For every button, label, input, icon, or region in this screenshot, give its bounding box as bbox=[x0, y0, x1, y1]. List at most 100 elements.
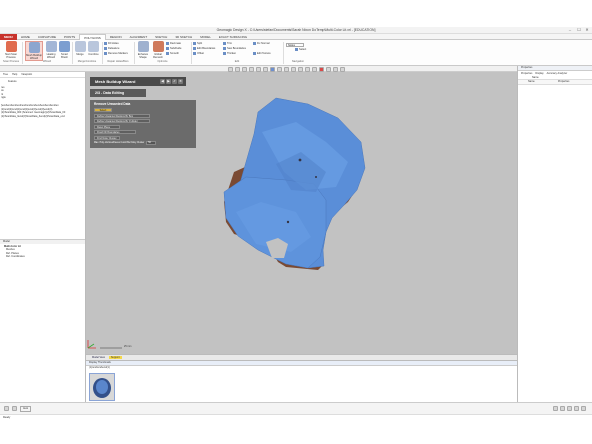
menu-button[interactable]: MENU bbox=[0, 33, 17, 40]
tab-support[interactable]: Support bbox=[108, 355, 122, 360]
decimate-button[interactable]: Decimate bbox=[166, 42, 181, 47]
properties-header: Name Properties bbox=[518, 79, 592, 85]
3d-viewport[interactable]: 25 mm Mesh Buildup Wizard ◀ ▶ ✓ ✕ 2/3 - … bbox=[86, 72, 517, 354]
mesh-buildup-wizard-button[interactable]: Mesh Buildup Wizard bbox=[25, 41, 43, 61]
split-button[interactable]: Split bbox=[193, 42, 202, 47]
tab-3d-sketch[interactable]: 3D SKETCH bbox=[171, 34, 196, 40]
sew-icon bbox=[223, 47, 226, 50]
merge-icon bbox=[74, 41, 86, 52]
tab-accuracy-analyzer[interactable]: Accuracy Analyzer bbox=[547, 72, 568, 76]
mesh-buildup-wizard: Mesh Buildup Wizard ◀ ▶ ✓ ✕ 2/3 - Data E… bbox=[90, 77, 196, 148]
tab-home[interactable]: HOME bbox=[17, 34, 34, 40]
tab-tree[interactable]: Tree bbox=[3, 73, 8, 77]
list-item[interactable]: ngle bbox=[1, 96, 85, 100]
tab-viewpoint[interactable]: Viewpoint bbox=[21, 73, 32, 77]
tool-icon[interactable] bbox=[581, 406, 586, 411]
tool-icon[interactable] bbox=[567, 406, 572, 411]
merge-button[interactable]: Merge bbox=[74, 41, 86, 56]
group-label: Scan Process bbox=[2, 60, 19, 63]
select-icon bbox=[295, 48, 298, 51]
tab-region[interactable]: REGION bbox=[106, 34, 126, 40]
enhance-shape-button[interactable]: Enhance Shape bbox=[136, 41, 150, 59]
maximize-button[interactable]: ☐ bbox=[575, 27, 583, 33]
smart-brush-button[interactable]: Smart Brush bbox=[58, 41, 71, 59]
feature-list: res os nt ngle bbox=[0, 86, 85, 100]
auto-select[interactable]: Auto bbox=[20, 406, 32, 412]
tool-icon[interactable] bbox=[574, 406, 579, 411]
status-bar: Ready bbox=[0, 414, 592, 444]
thicken-icon bbox=[223, 52, 226, 55]
next-button[interactable]: ▶ bbox=[166, 79, 171, 84]
model-tree: Model Multi-Color Lit Meshes Ref. Planes… bbox=[0, 239, 85, 259]
tab-sketch[interactable]: SKETCH bbox=[151, 34, 171, 40]
offset-button[interactable]: Offset bbox=[193, 52, 204, 57]
tool-icon[interactable] bbox=[12, 406, 17, 412]
max-cluster-input[interactable]: 50 bbox=[146, 141, 157, 145]
combine-button[interactable]: Combine bbox=[87, 41, 100, 56]
healing-wizard-button[interactable]: Healing Wizard bbox=[44, 41, 58, 59]
subdivide-button[interactable]: Subdivide bbox=[166, 47, 181, 52]
defeature-button[interactable]: Defeature bbox=[104, 47, 119, 52]
reset-plane-button[interactable]: Reset Plane bbox=[94, 124, 120, 129]
select-button[interactable]: Select bbox=[94, 108, 112, 112]
smooth-button[interactable]: Smooth bbox=[166, 52, 179, 57]
tab-curvature[interactable]: CURVATURE bbox=[34, 34, 60, 40]
tree-item-ref-coordinates[interactable]: Ref. Coordinates bbox=[0, 255, 85, 259]
tab-polygons[interactable]: POLYGONS bbox=[79, 33, 106, 40]
left-panel: Tree Help Viewpoint Feature res os nt ng… bbox=[0, 72, 86, 402]
boundary-icon bbox=[193, 47, 196, 50]
find-noisy-cluster-button[interactable]: Find Noisy Cluster bbox=[94, 135, 120, 140]
tool-icon[interactable] bbox=[4, 406, 9, 412]
start-scan-process-button[interactable]: Start Scan Process bbox=[2, 41, 20, 59]
tab-help[interactable]: Help bbox=[12, 73, 17, 77]
global-remesh-button[interactable]: Global Remesh bbox=[151, 41, 165, 59]
tab-model[interactable]: MODEL bbox=[196, 34, 215, 40]
back-button[interactable]: ◀ bbox=[160, 79, 165, 84]
model-header: Model bbox=[0, 240, 85, 244]
edit-texture-button[interactable]: Edit Texture bbox=[253, 52, 271, 57]
split-icon bbox=[193, 42, 196, 45]
smooth-icon bbox=[166, 52, 169, 55]
thumbnail-item[interactable] bbox=[89, 373, 115, 401]
brush-icon bbox=[59, 41, 70, 52]
trim-button[interactable]: Trim bbox=[223, 42, 232, 47]
normal-icon bbox=[253, 42, 256, 45]
group-label: Wizard bbox=[42, 60, 52, 63]
fill-holes-button[interactable]: Fill Holes bbox=[104, 42, 119, 47]
bottom-toolbar: Auto bbox=[0, 402, 592, 414]
close-button[interactable]: ✕ bbox=[583, 27, 591, 33]
healing-icon bbox=[45, 41, 57, 52]
decimate-icon bbox=[166, 42, 169, 45]
fix-normal-button[interactable]: Fix Normal bbox=[253, 42, 270, 47]
define-box-button[interactable]: Define Unwanted Regions By Box bbox=[94, 113, 150, 118]
select-button[interactable]: Select bbox=[295, 48, 306, 53]
cancel-button[interactable]: ✕ bbox=[178, 79, 183, 84]
wizard-title: Mesh Buildup Wizard bbox=[95, 79, 136, 84]
group-label: Repair Holes/Bors bbox=[107, 60, 129, 63]
section-title: Remove Unwanted Data bbox=[94, 102, 131, 106]
tab-exact-surfacing[interactable]: EXACT SURFACING bbox=[215, 34, 251, 40]
properties-panel: Properties Properties Display Accuracy A… bbox=[517, 66, 592, 402]
thicken-button[interactable]: Thicken bbox=[223, 52, 236, 57]
tab-points[interactable]: POINTS bbox=[60, 34, 79, 40]
define-cylinder-button[interactable]: Define Unwanted Regions By Cylinder bbox=[94, 119, 150, 123]
markers-icon bbox=[104, 52, 107, 55]
edit-boundaries-button[interactable]: Edit Boundaries bbox=[193, 47, 215, 52]
tab-alignment[interactable]: ALIGNMENT bbox=[126, 34, 152, 40]
max-cluster-row: Max. Poly-Vertices/Faces Could Be Noisy … bbox=[94, 141, 192, 145]
group-label: Edit bbox=[234, 60, 240, 63]
group-label: Merge/Combine bbox=[77, 60, 97, 63]
minimize-button[interactable]: – bbox=[566, 27, 574, 33]
tab-model-view[interactable]: Model View bbox=[92, 356, 105, 360]
scale-label: 25 mm bbox=[124, 345, 132, 348]
sew-boundaries-button[interactable]: Sew Boundaries bbox=[223, 47, 246, 52]
bottom-left-tools: Auto bbox=[0, 403, 592, 415]
tab-properties[interactable]: Properties bbox=[521, 72, 532, 76]
feature-header: Feature bbox=[8, 80, 17, 83]
remove-markers-button[interactable]: Remove Markers bbox=[104, 52, 128, 57]
flood-fill-button[interactable]: Flood Fill Boundaries bbox=[94, 130, 136, 134]
tool-icon[interactable] bbox=[560, 406, 565, 411]
ok-button[interactable]: ✓ bbox=[172, 79, 177, 84]
mode-select[interactable]: Nodes bbox=[286, 43, 304, 47]
tool-icon[interactable] bbox=[553, 406, 558, 411]
